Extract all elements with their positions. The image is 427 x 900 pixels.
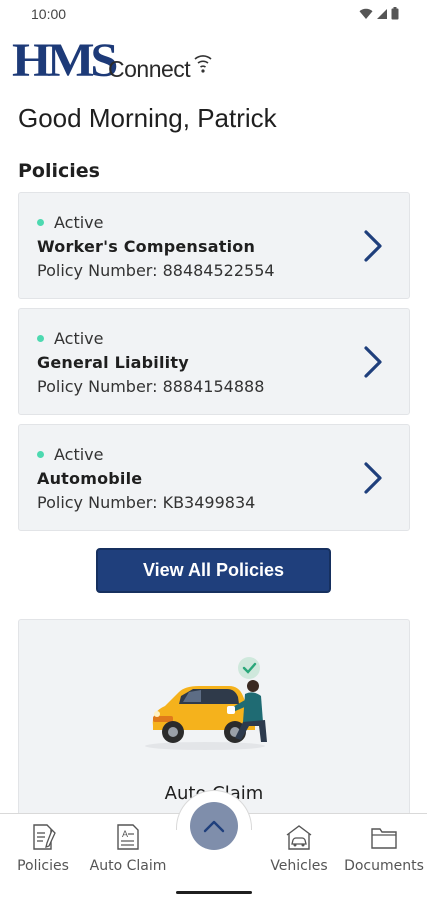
policy-status: Active <box>37 445 104 464</box>
battery-icon <box>391 7 399 20</box>
policy-card-workers-compensation[interactable]: Active Worker's Compensation Policy Numb… <box>18 192 410 299</box>
active-status-dot <box>37 451 44 458</box>
nav-label: Documents <box>344 858 424 874</box>
chevron-up-icon <box>203 820 225 833</box>
policy-status-text: Active <box>54 445 104 464</box>
chevron-right-icon[interactable] <box>361 345 385 379</box>
view-all-policies-button[interactable]: View All Policies <box>96 548 331 593</box>
nav-label: Auto Claim <box>89 858 167 874</box>
chevron-right-icon[interactable] <box>361 229 385 263</box>
nav-label: Policies <box>17 858 69 874</box>
app-logo: HMS Connect <box>12 35 212 87</box>
policies-icon <box>33 824 56 850</box>
status-time: 10:00 <box>31 6 67 22</box>
nav-item-auto-claim[interactable]: A Auto Claim <box>85 822 171 874</box>
policy-name: Worker's Compensation <box>37 237 256 256</box>
signal-icon <box>377 8 387 19</box>
policies-section-title: Policies <box>18 160 100 182</box>
policy-number: Policy Number: KB3499834 <box>37 493 256 512</box>
logo-brand: HMS <box>12 34 118 87</box>
auto-claim-illustration <box>145 657 267 750</box>
nav-label: Vehicles <box>270 858 328 874</box>
expand-menu-button[interactable] <box>190 802 238 850</box>
policy-status: Active <box>37 213 104 232</box>
policy-card-general-liability[interactable]: Active General Liability Policy Number: … <box>18 308 410 415</box>
policy-card-automobile[interactable]: Active Automobile Policy Number: KB34998… <box>18 424 410 531</box>
policy-status-text: Active <box>54 213 104 232</box>
policy-name: Automobile <box>37 469 143 488</box>
status-bar: 10:00 <box>0 0 427 30</box>
active-status-dot <box>37 219 44 226</box>
documents-icon <box>371 828 397 849</box>
svg-text:A: A <box>122 829 128 839</box>
chevron-right-icon[interactable] <box>361 461 385 495</box>
policy-status-text: Active <box>54 329 104 348</box>
active-status-dot <box>37 335 44 342</box>
greeting: Good Morning, Patrick <box>18 103 277 133</box>
logo-product: Connect <box>108 56 191 82</box>
policy-name: General Liability <box>37 353 189 372</box>
nav-item-documents[interactable]: Documents <box>341 822 427 874</box>
nav-item-vehicles[interactable]: Vehicles <box>256 822 342 874</box>
home-indicator <box>176 891 252 894</box>
policy-number: Policy Number: 8884154888 <box>37 377 265 396</box>
status-icons <box>359 7 399 20</box>
vehicles-icon <box>286 825 312 850</box>
wifi-status-icon <box>359 8 373 19</box>
auto-claim-icon: A <box>117 824 139 850</box>
wifi-signal-icon <box>194 55 212 73</box>
nav-item-policies[interactable]: Policies <box>0 822 86 874</box>
policy-status: Active <box>37 329 104 348</box>
policy-number: Policy Number: 88484522554 <box>37 261 275 280</box>
